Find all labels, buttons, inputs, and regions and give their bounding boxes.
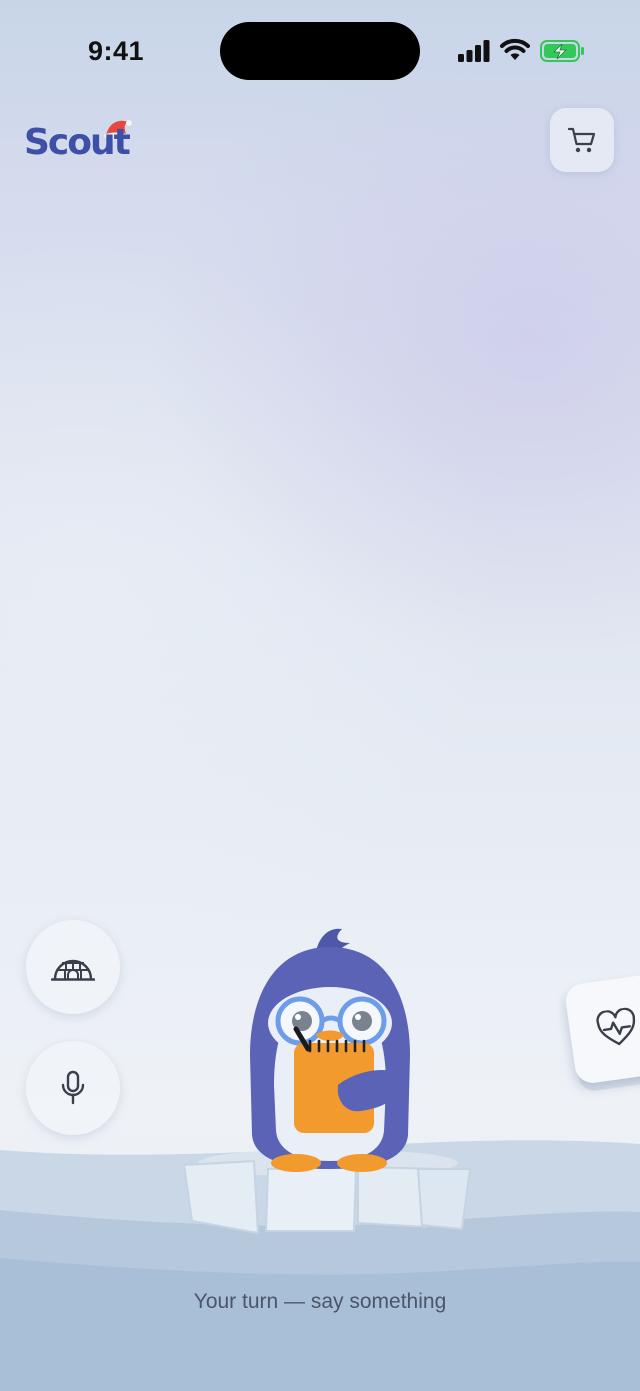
igloo-home-button[interactable]	[26, 920, 120, 1014]
scout-logo: Scout	[24, 118, 134, 172]
battery-charging-icon	[540, 40, 584, 62]
igloo-icon	[51, 959, 95, 981]
dynamic-island	[220, 22, 420, 80]
status-time: 9:41	[88, 36, 145, 66]
cart-button[interactable]	[550, 108, 614, 172]
heart-pulse-icon	[596, 1007, 636, 1046]
wifi-icon	[500, 38, 530, 60]
cart-icon	[567, 127, 596, 153]
health-card-button[interactable]	[563, 970, 640, 1086]
microphone-icon	[61, 1070, 85, 1105]
penguin-mascot	[182, 928, 472, 1235]
microphone-button[interactable]	[26, 1041, 120, 1135]
cellular-signal-icon	[458, 40, 490, 62]
status-bar: 9:41	[0, 0, 640, 100]
turn-prompt: Your turn — say something	[193, 1290, 447, 1313]
logo-text: Scout	[24, 122, 131, 163]
